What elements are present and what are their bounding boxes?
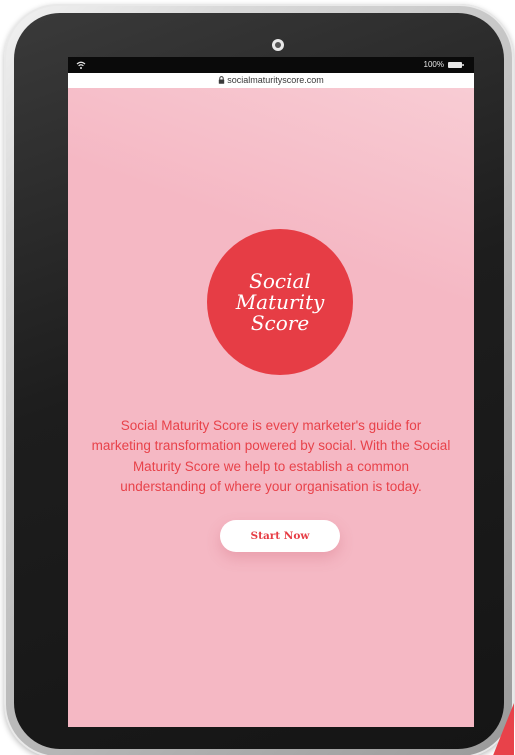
intro-text: Social Maturity Score is every marketer'… (91, 417, 451, 495)
logo-badge: Social Maturity Score (207, 229, 353, 375)
landing-page: Social Maturity Score Social Maturity Sc… (68, 88, 474, 727)
battery-percentage: 100% (423, 60, 444, 69)
corner-accent (492, 703, 514, 755)
status-bar: 100% (68, 57, 474, 73)
wifi-icon (76, 61, 86, 69)
tablet-screen: 100% socialmaturityscore.com Social Matu… (68, 57, 474, 727)
tablet-frame: 100% socialmaturityscore.com Social Matu… (4, 4, 514, 755)
logo-line-3: Score (250, 310, 310, 335)
address-bar[interactable]: socialmaturityscore.com (68, 73, 474, 88)
lock-icon (219, 76, 225, 84)
front-camera (272, 39, 284, 51)
logo-line-1: Social (249, 268, 311, 293)
logo-line-2: Maturity (235, 289, 325, 314)
start-now-button[interactable]: Start Now (220, 520, 340, 552)
tablet-bezel: 100% socialmaturityscore.com Social Matu… (14, 13, 504, 749)
address-url: socialmaturityscore.com (227, 75, 324, 85)
battery-icon (448, 62, 464, 68)
